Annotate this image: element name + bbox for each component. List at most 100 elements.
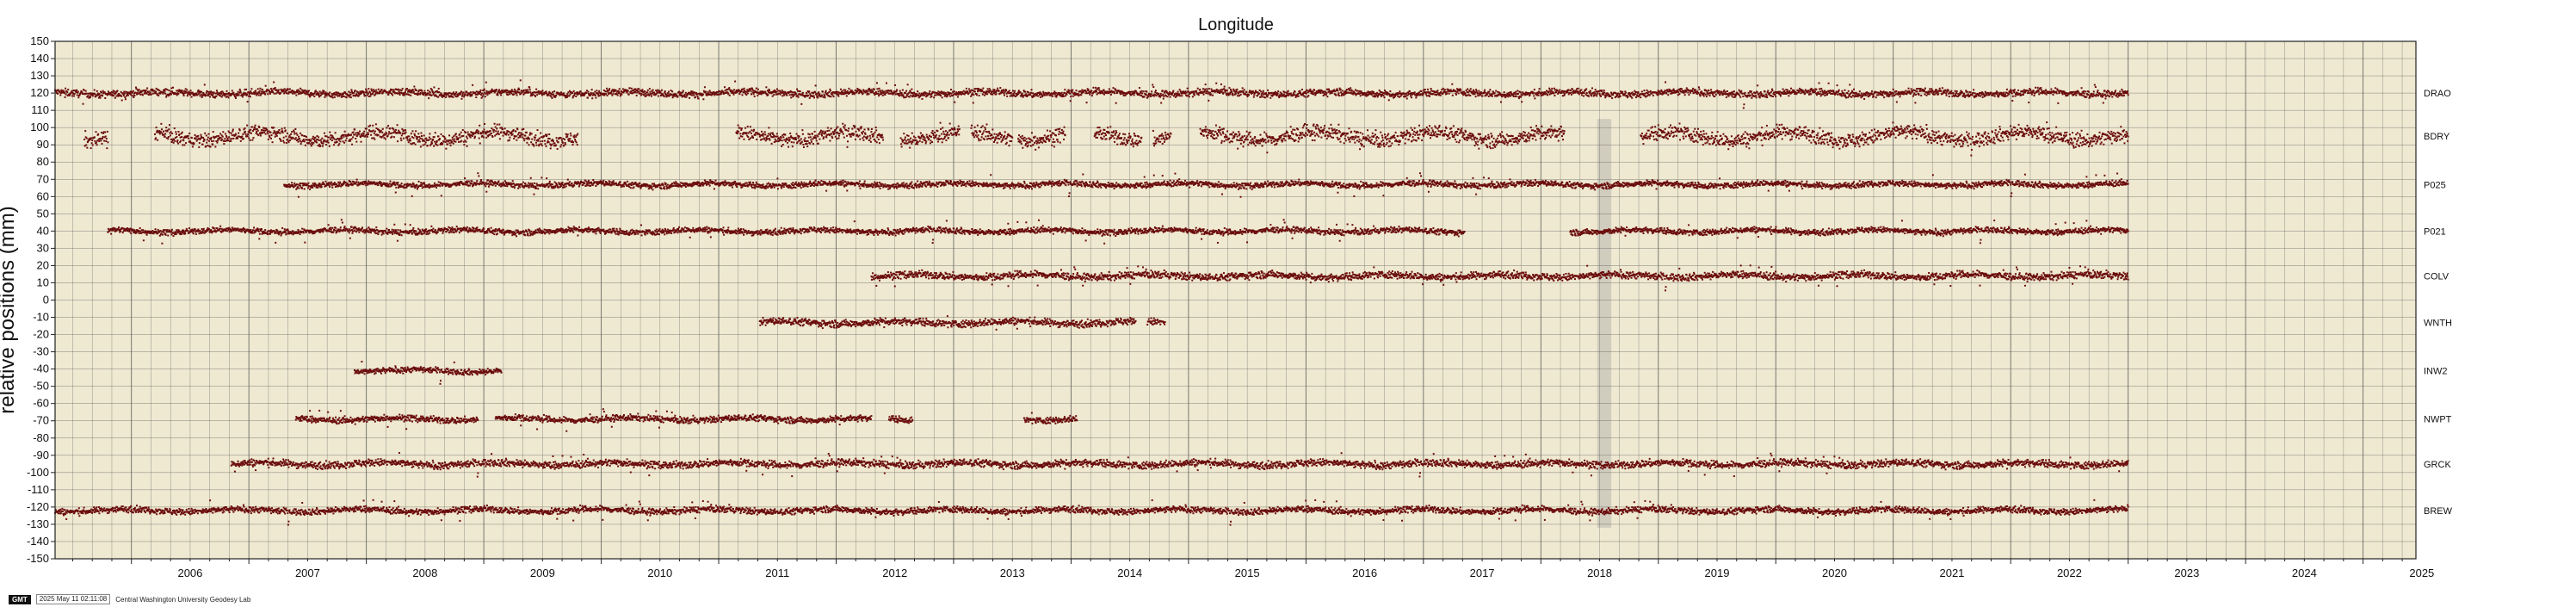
data-point xyxy=(1012,90,1014,92)
data-point xyxy=(1994,96,1996,97)
data-point xyxy=(209,96,211,97)
data-point xyxy=(182,132,183,133)
data-point xyxy=(1787,89,1788,90)
data-point xyxy=(318,94,319,96)
data-point xyxy=(896,89,898,90)
data-point xyxy=(1883,96,1885,98)
data-point xyxy=(106,147,108,149)
data-point xyxy=(175,131,176,133)
data-point xyxy=(2101,95,2103,96)
data-point xyxy=(196,140,198,142)
data-point xyxy=(1748,92,1750,94)
data-point xyxy=(225,136,227,138)
data-point xyxy=(580,90,582,92)
data-point xyxy=(139,89,140,90)
data-point xyxy=(120,96,122,97)
data-point xyxy=(1949,96,1950,97)
data-point xyxy=(844,90,846,91)
data-point xyxy=(233,94,235,96)
data-point xyxy=(264,94,266,96)
data-point xyxy=(1294,91,1296,93)
data-point xyxy=(1728,96,1730,97)
data-point xyxy=(485,90,487,92)
data-point xyxy=(2005,94,2006,96)
data-point xyxy=(2128,94,2129,96)
data-point xyxy=(1845,96,1847,98)
data-point xyxy=(1627,96,1628,97)
data-point xyxy=(813,96,815,98)
data-point xyxy=(2031,94,2033,96)
data-point xyxy=(1232,95,1234,96)
data-point xyxy=(1032,92,1034,94)
data-point xyxy=(747,92,749,94)
data-point xyxy=(1208,100,1209,102)
data-point xyxy=(1004,95,1005,96)
data-point xyxy=(1850,96,1852,98)
data-point xyxy=(1638,91,1640,93)
data-point xyxy=(215,96,217,97)
data-point xyxy=(176,136,177,138)
data-point xyxy=(878,90,880,92)
data-point xyxy=(1827,92,1829,94)
data-point xyxy=(177,93,179,95)
data-point xyxy=(207,137,209,139)
data-point xyxy=(152,93,154,95)
data-point xyxy=(1282,96,1284,97)
data-point xyxy=(683,90,684,91)
data-point xyxy=(1208,91,1209,93)
data-point xyxy=(1010,92,1012,94)
data-point xyxy=(899,90,901,92)
data-point xyxy=(765,86,767,88)
data-point xyxy=(1299,90,1300,92)
data-point xyxy=(2100,93,2102,95)
data-point xyxy=(232,129,234,131)
data-point xyxy=(324,91,326,93)
data-point xyxy=(974,90,976,92)
data-point xyxy=(1307,95,1309,96)
data-point xyxy=(1716,90,1718,91)
data-point xyxy=(1937,93,1939,95)
data-point xyxy=(1764,90,1766,92)
data-point xyxy=(1750,95,1751,96)
data-point xyxy=(1588,96,1590,97)
data-point xyxy=(1194,94,1195,96)
data-point xyxy=(809,97,811,99)
data-point xyxy=(563,92,565,94)
data-point xyxy=(1820,88,1822,90)
data-point xyxy=(894,84,896,86)
data-point xyxy=(555,95,557,96)
data-point xyxy=(1743,107,1745,108)
data-point xyxy=(408,94,410,96)
data-point xyxy=(420,92,422,94)
data-point xyxy=(1591,87,1593,89)
data-point xyxy=(186,91,188,93)
data-point xyxy=(1204,89,1206,90)
data-point xyxy=(216,135,218,137)
data-point xyxy=(1179,89,1181,90)
data-point xyxy=(1775,96,1776,97)
data-point xyxy=(107,141,108,143)
data-point xyxy=(370,89,372,90)
data-point xyxy=(267,93,269,95)
data-point xyxy=(1513,96,1515,97)
data-point xyxy=(250,90,251,92)
data-point xyxy=(1697,92,1699,94)
data-point xyxy=(681,95,683,96)
data-point xyxy=(976,94,978,96)
data-point xyxy=(617,95,619,96)
data-point xyxy=(1892,95,1893,96)
data-point xyxy=(84,130,86,132)
data-point xyxy=(697,96,699,97)
data-point xyxy=(1430,88,1432,90)
data-point xyxy=(1319,92,1321,94)
data-point xyxy=(1733,90,1735,92)
data-point xyxy=(1427,89,1429,90)
data-point xyxy=(1458,92,1460,94)
data-point xyxy=(911,89,912,90)
data-point xyxy=(756,88,757,90)
data-point xyxy=(2127,92,2128,94)
data-point xyxy=(213,131,214,133)
data-point xyxy=(482,96,484,97)
data-point xyxy=(363,91,365,93)
data-point xyxy=(615,90,617,91)
